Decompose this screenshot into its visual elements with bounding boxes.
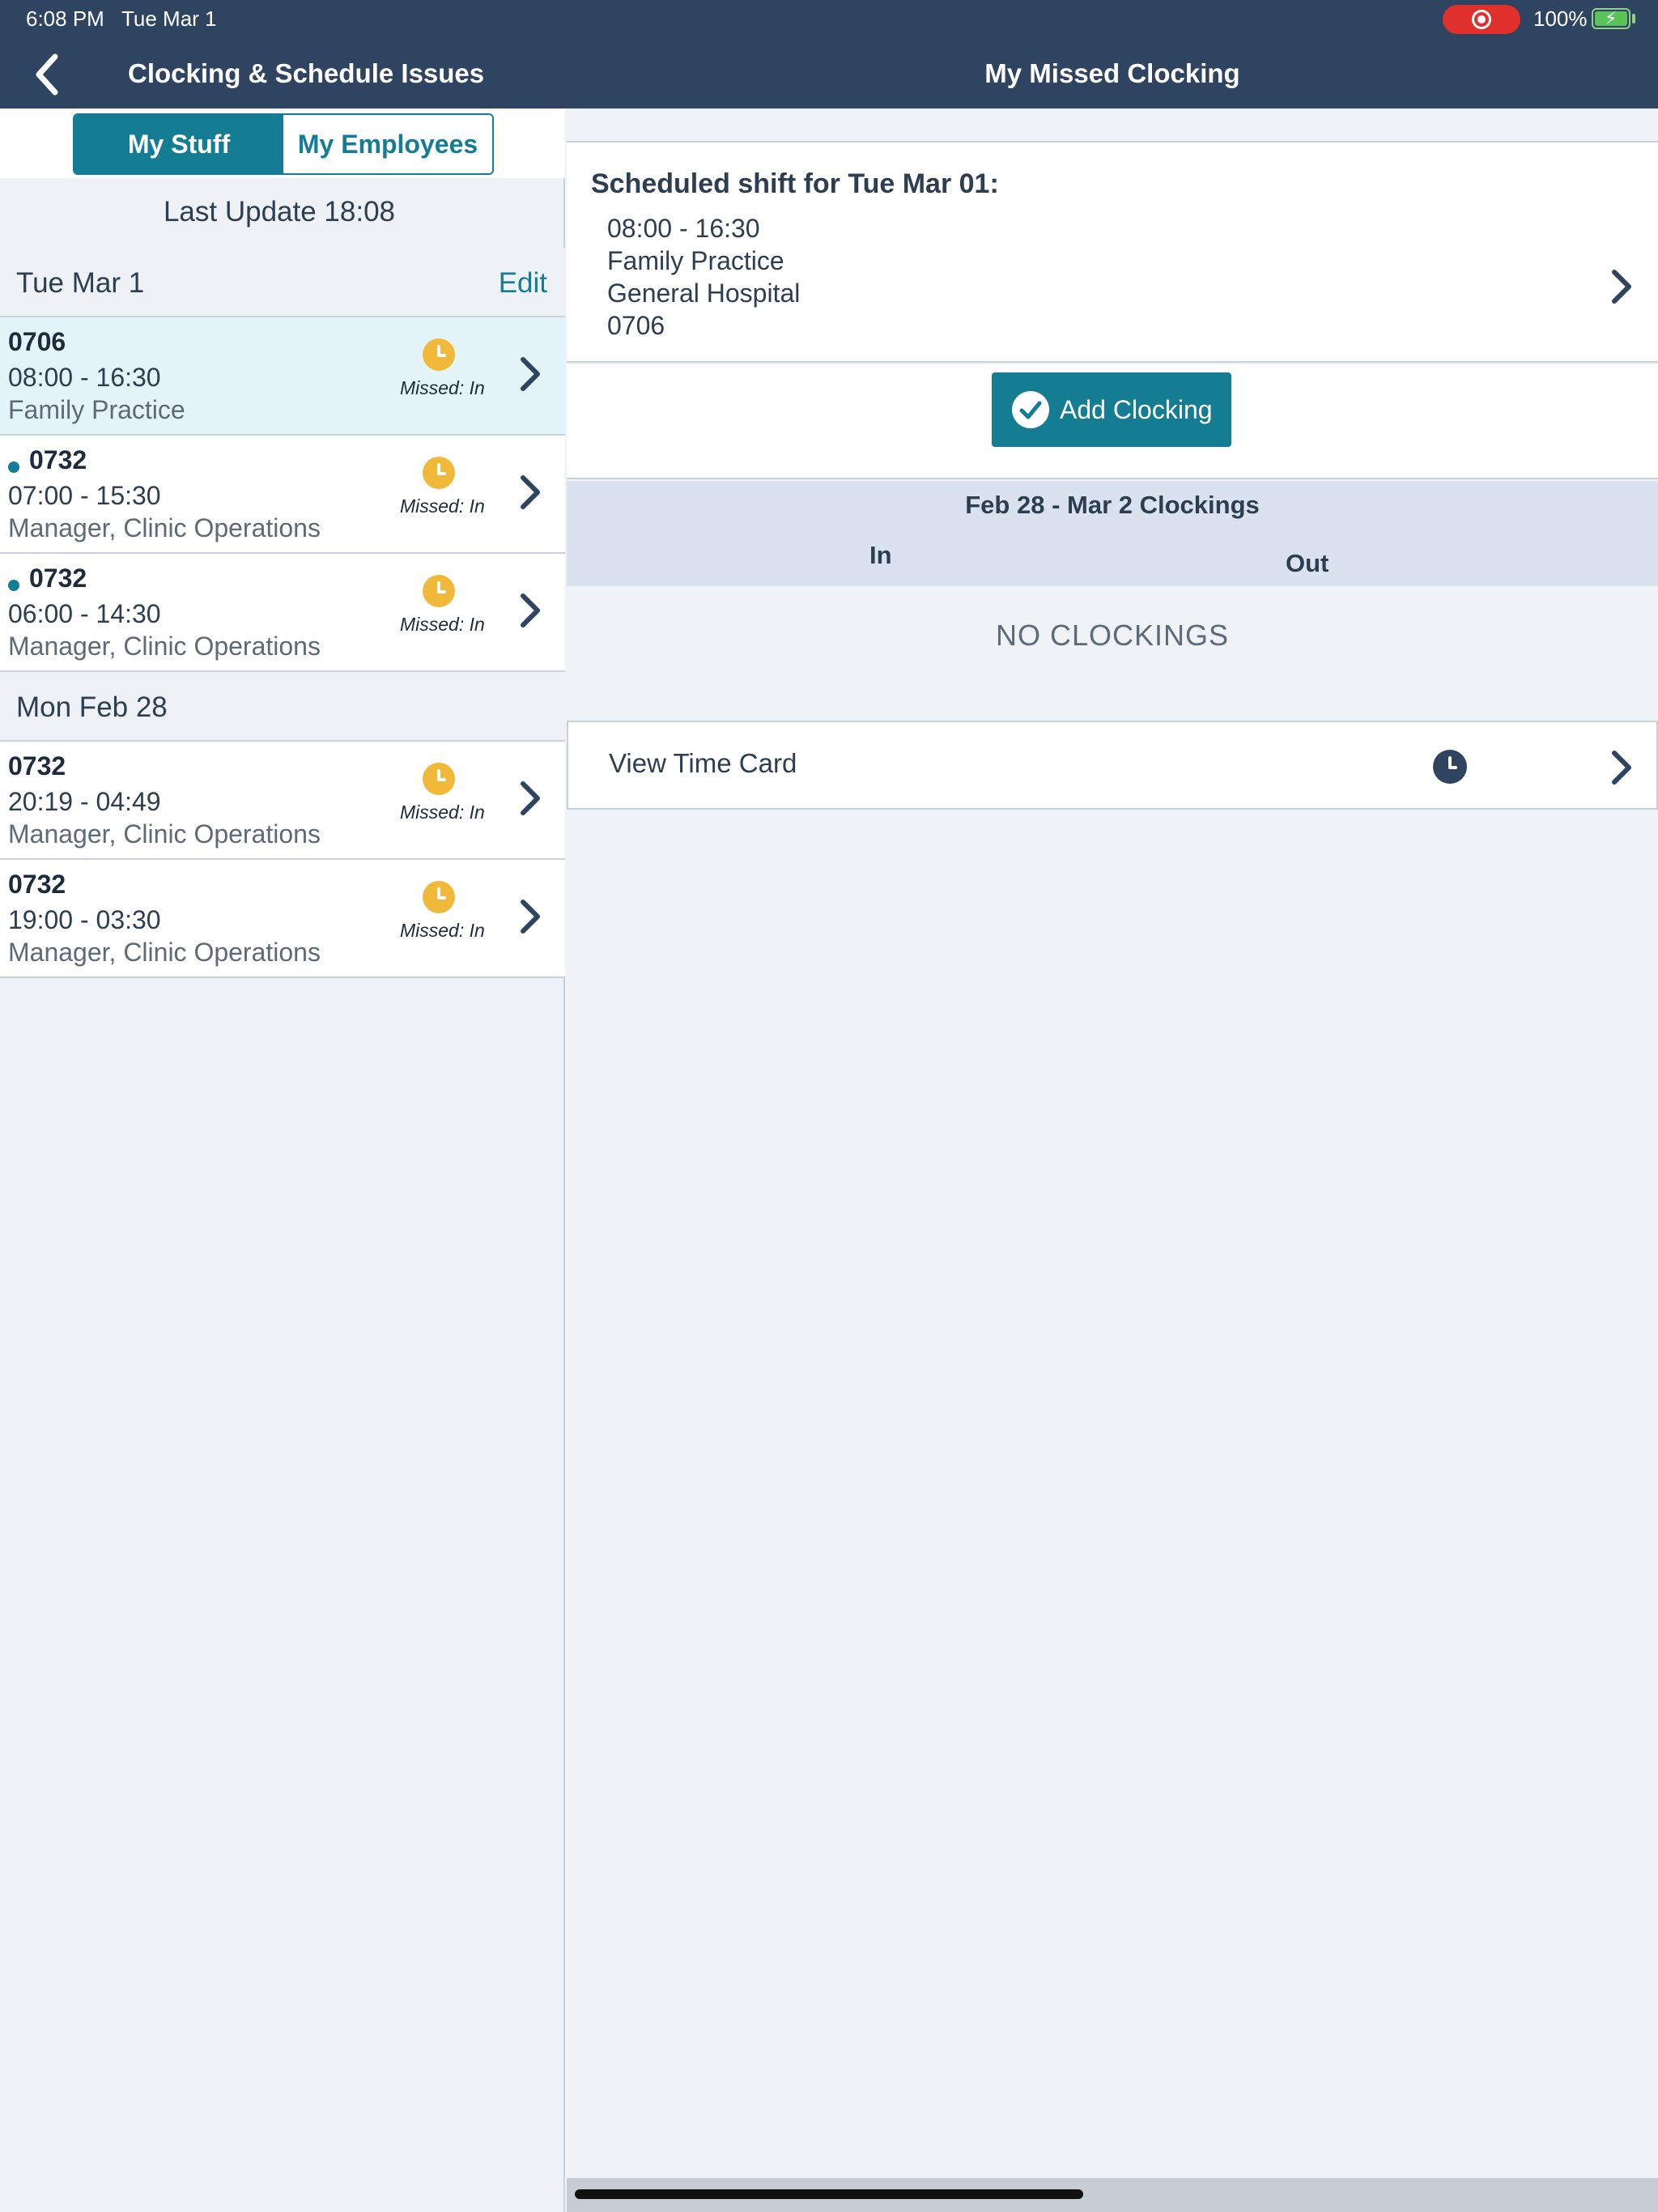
clockings-title: Feb 28 - Mar 2 Clockings	[965, 491, 1260, 519]
chevron-right-icon	[1612, 270, 1631, 304]
screen-recording-icon	[1443, 5, 1520, 34]
segment-area: My Stuff My Employees	[0, 108, 565, 178]
item-time: 07:00 - 15:30	[8, 481, 161, 510]
checkmark-circle-icon	[1012, 391, 1049, 428]
home-indicator[interactable]	[575, 2189, 1083, 2199]
day-header: Mon Feb 28	[0, 672, 565, 742]
item-status: Missed: In	[400, 496, 485, 517]
list-item[interactable]: 0732 19:00 - 03:30 Manager, Clinic Opera…	[0, 860, 565, 978]
battery-percentage: 100%	[1533, 6, 1588, 31]
issues-list-panel: My Stuff My Employees Last Update 18:08 …	[0, 108, 565, 2212]
clock-warning-icon	[423, 338, 455, 371]
item-time: 20:19 - 04:49	[8, 787, 161, 816]
chevron-right-icon	[521, 357, 540, 391]
top-bar: 6:08 PM Tue Mar 1 100% ⚡ Clocking & Sche…	[0, 0, 1658, 108]
item-code: 0732	[29, 564, 87, 593]
item-status: Missed: In	[400, 614, 485, 635]
add-clocking-button[interactable]: Add Clocking	[992, 372, 1231, 447]
shift-code: 0706	[607, 311, 665, 340]
item-role: Manager, Clinic Operations	[8, 938, 321, 967]
clock-warning-icon	[423, 575, 455, 607]
item-role: Manager, Clinic Operations	[8, 819, 321, 849]
chevron-right-icon	[521, 781, 540, 815]
item-status: Missed: In	[400, 377, 485, 398]
day-header-label: Mon Feb 28	[16, 691, 168, 723]
day-header: Tue Mar 1 Edit	[0, 248, 565, 317]
item-status: Missed: In	[400, 920, 485, 941]
scheduled-shift-card[interactable]: Scheduled shift for Tue Mar 01: 08:00 - …	[567, 141, 1658, 363]
edit-button[interactable]: Edit	[499, 267, 547, 300]
segment-my-employees[interactable]: My Employees	[283, 115, 492, 173]
clock-warning-icon	[423, 457, 455, 489]
column-in-header: In	[869, 541, 892, 569]
item-code: 0706	[8, 327, 66, 356]
chevron-right-icon	[1612, 751, 1631, 785]
right-nav-title: My Missed Clocking	[984, 58, 1240, 88]
clock-warning-icon	[423, 763, 455, 795]
day-header-label: Tue Mar 1	[16, 267, 145, 299]
item-code: 0732	[8, 870, 66, 899]
chevron-right-icon	[521, 900, 540, 934]
battery-icon: ⚡	[1592, 8, 1630, 29]
list-item[interactable]: 0732 07:00 - 15:30 Manager, Clinic Opera…	[0, 436, 565, 554]
shift-time: 08:00 - 16:30	[607, 214, 760, 243]
add-clocking-label: Add Clocking	[1060, 395, 1213, 424]
list-item[interactable]: 0706 08:00 - 16:30 Family Practice Misse…	[0, 317, 565, 436]
column-out-header: Out	[1286, 549, 1329, 577]
unread-dot	[8, 462, 19, 473]
shift-location: General Hospital	[607, 279, 801, 308]
item-role: Manager, Clinic Operations	[8, 513, 321, 542]
status-time: 6:08 PM	[26, 6, 104, 31]
shift-department: Family Practice	[607, 246, 784, 275]
unread-dot	[8, 580, 19, 591]
empty-clockings-message: NO CLOCKINGS	[995, 619, 1230, 652]
item-role: Family Practice	[8, 395, 185, 424]
item-time: 06:00 - 14:30	[8, 599, 161, 628]
chevron-right-icon	[521, 475, 540, 509]
item-code: 0732	[29, 445, 87, 474]
list-item[interactable]: 0732 20:19 - 04:49 Manager, Clinic Opera…	[0, 742, 565, 860]
last-update-label: Last Update 18:08	[163, 196, 396, 228]
add-clocking-area: Add Clocking	[567, 364, 1658, 479]
clock-warning-icon	[423, 881, 455, 913]
list-item[interactable]: 0732 06:00 - 14:30 Manager, Clinic Opera…	[0, 554, 565, 672]
detail-panel: Scheduled shift for Tue Mar 01: 08:00 - …	[567, 108, 1658, 2212]
item-time: 19:00 - 03:30	[8, 905, 161, 934]
chevron-right-icon	[521, 593, 540, 627]
battery-tip	[1632, 14, 1635, 23]
item-status: Missed: In	[400, 802, 485, 823]
item-role: Manager, Clinic Operations	[8, 632, 321, 661]
shift-heading: Scheduled shift for Tue Mar 01:	[591, 168, 999, 199]
right-nav-title-wrap: My Missed Clocking	[0, 58, 1658, 89]
segment-my-stuff[interactable]: My Stuff	[74, 115, 283, 173]
item-time: 08:00 - 16:30	[8, 363, 161, 392]
view-time-card-row[interactable]: View Time Card	[567, 721, 1658, 810]
view-time-card-label: View Time Card	[609, 748, 797, 778]
status-date: Tue Mar 1	[121, 6, 217, 31]
segmented-control: My Stuff My Employees	[73, 113, 494, 175]
clock-icon	[1433, 750, 1467, 784]
clockings-header: Feb 28 - Mar 2 Clockings In Out	[567, 481, 1658, 586]
item-code: 0732	[8, 751, 66, 781]
